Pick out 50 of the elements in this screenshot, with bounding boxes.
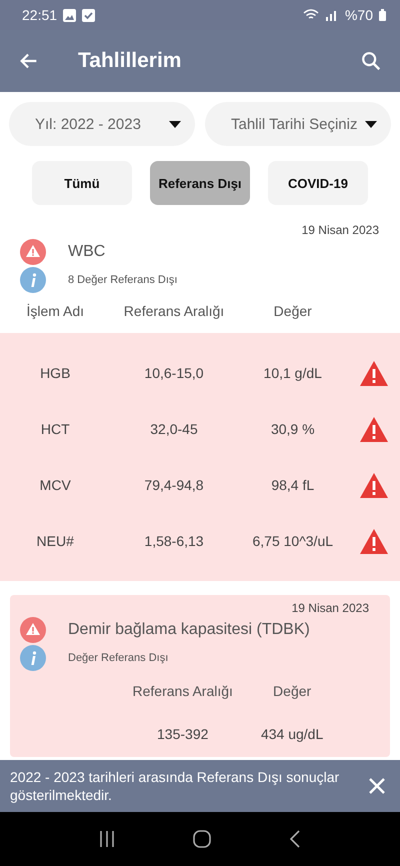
table-cell-text: 79,4-94,8 <box>143 477 205 493</box>
search-button[interactable] <box>360 50 382 72</box>
battery-percent: %70 <box>344 7 373 23</box>
table-cell-text: MCV <box>38 477 72 493</box>
checkbox-icon <box>82 8 96 22</box>
table-cell-text: 30,9 % <box>270 421 316 437</box>
battery-icon <box>379 9 386 21</box>
test-name: Demir bağlama kapasitesi (TDBK) <box>68 621 310 639</box>
column-header: Değer <box>272 303 313 319</box>
column-header: Değer <box>272 683 312 699</box>
table-cell-text: HGB <box>39 365 72 381</box>
recent-apps-icon[interactable] <box>99 830 115 848</box>
column-header: Referans Aralığı <box>122 303 226 319</box>
image-icon <box>63 8 76 22</box>
filter-tab[interactable]: Tümü <box>32 161 132 205</box>
signal-icon <box>324 9 339 21</box>
table-cell-text: 6,75 10^3/uL <box>251 533 334 549</box>
test-name: WBC <box>68 243 106 261</box>
caret-icon <box>365 120 377 128</box>
table-cell-text: 135-392 <box>156 726 210 742</box>
home-icon[interactable] <box>193 830 211 848</box>
result-summary: 8 Değer Referans Dışı <box>68 274 178 286</box>
warning-icon <box>20 239 46 265</box>
result-date: 19 Nisan 2023 <box>292 601 369 615</box>
caret-icon <box>169 120 181 128</box>
table-cell-text: 1,58-6,13 <box>143 533 205 549</box>
table-cell-text: 10,1 g/dL <box>262 365 323 381</box>
filter-tab[interactable]: COVID-19 <box>268 161 368 205</box>
filter-tab[interactable]: Referans Dışı <box>150 161 250 205</box>
table-cell-text: 98,4 fL <box>270 477 316 493</box>
table-cell-text: 10,6-15,0 <box>143 365 205 381</box>
table-cell-text: 434 ug/dL <box>260 726 324 742</box>
table-cell-text: HCT <box>40 421 71 437</box>
screen-title: Tahlillerim <box>78 49 182 73</box>
table-cell-text: 32,0-45 <box>149 421 199 437</box>
warning-icon <box>20 617 46 643</box>
info-icon <box>20 267 46 293</box>
close-button[interactable] <box>368 776 386 795</box>
status-time: 22:51 <box>22 7 58 23</box>
back-icon[interactable] <box>289 830 301 848</box>
column-header: Referans Aralığı <box>132 683 234 699</box>
dropdown-field[interactable]: Yıl: 2022 - 2023 <box>9 102 195 146</box>
column-header: İşlem Adı <box>25 303 86 319</box>
result-date: 19 Nisan 2023 <box>302 223 379 237</box>
dropdown-field[interactable]: Tahlil Tarihi Seçiniz <box>205 102 391 146</box>
table-cell-text: NEU# <box>36 533 75 549</box>
wifi-icon <box>302 9 319 21</box>
info-icon <box>20 645 46 671</box>
snackbar-message: 2022 - 2023 tarihleri arasında Referans Dışı sonuçlar gösterilmektedir. <box>10 768 340 804</box>
result-summary: Değer Referans Dışı <box>68 652 168 664</box>
